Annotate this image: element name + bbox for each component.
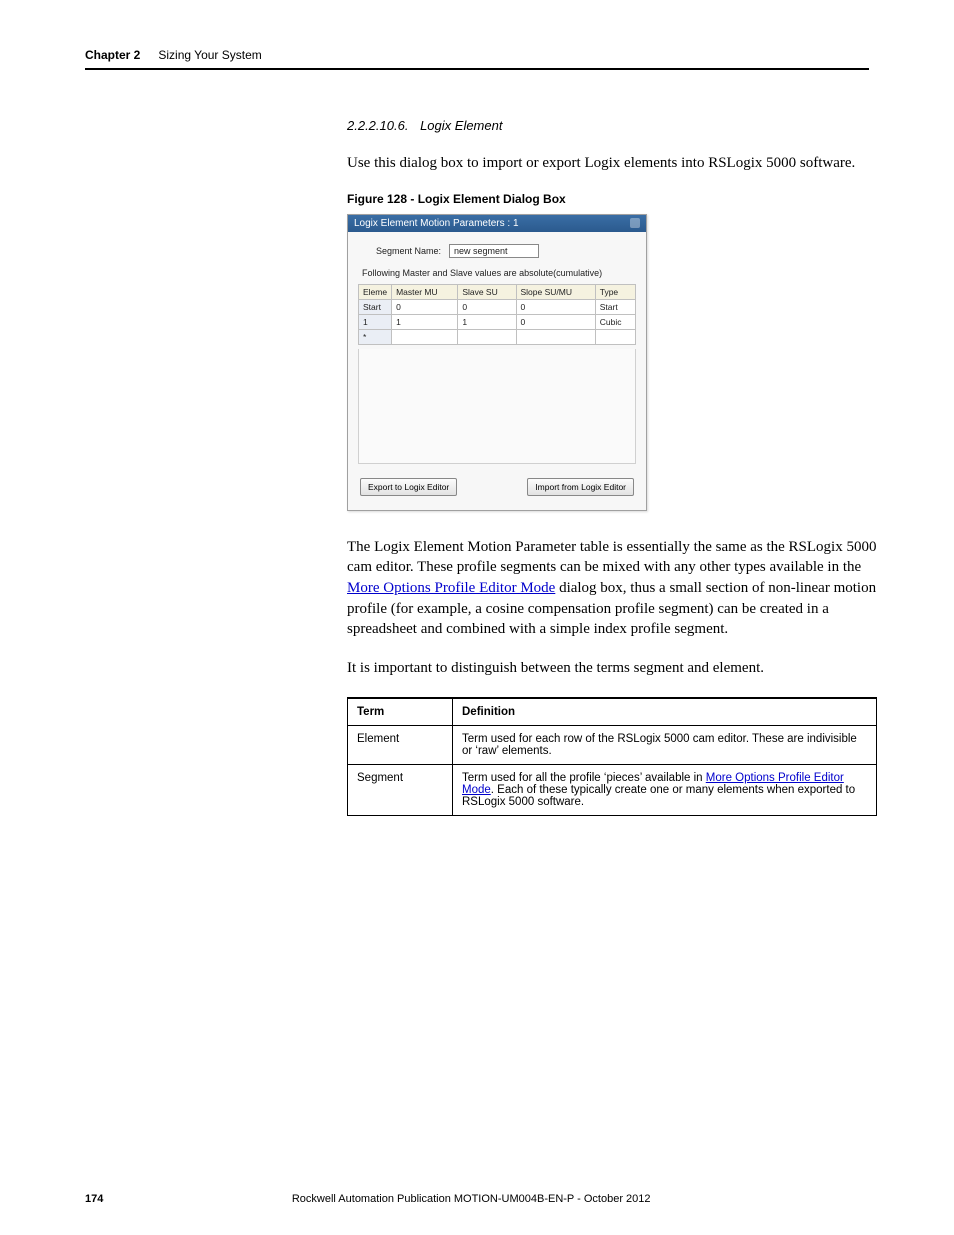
cell[interactable] (595, 329, 635, 344)
cell[interactable] (458, 329, 516, 344)
grid-row[interactable]: * (359, 329, 636, 344)
col-type: Type (595, 284, 635, 299)
grid-row[interactable]: Start 0 0 0 Start (359, 299, 636, 314)
segment-name-field[interactable]: new segment (449, 244, 539, 258)
col-eleme: Eleme (359, 284, 392, 299)
row-head: 1 (359, 314, 392, 329)
r2-a: Term used for all the profile ‘pieces’ a… (462, 772, 706, 784)
dialog-title-text: Logix Element Motion Parameters : 1 (354, 218, 519, 229)
section-heading: 2.2.2.10.6. Logix Element (347, 118, 877, 133)
body-paragraph-1: The Logix Element Motion Parameter table… (347, 537, 877, 640)
cell[interactable]: 1 (458, 314, 516, 329)
dialog-body: Segment Name: new segment Following Mast… (348, 232, 646, 510)
col-slope: Slope SU/MU (516, 284, 595, 299)
export-button[interactable]: Export to Logix Editor (360, 478, 457, 496)
td-def: Term used for all the profile ‘pieces’ a… (453, 764, 877, 815)
section-name: Logix Element (420, 118, 502, 133)
cell[interactable] (392, 329, 458, 344)
r2-b: . Each of these typically create one or … (462, 784, 855, 808)
cell[interactable]: 0 (516, 314, 595, 329)
header-rule (85, 68, 869, 70)
definition-table: Term Definition Element Term used for ea… (347, 697, 877, 816)
section-number: 2.2.2.10.6. (347, 118, 408, 133)
grid-header-row: Eleme Master MU Slave SU Slope SU/MU Typ… (359, 284, 636, 299)
table-header-row: Term Definition (348, 698, 877, 726)
pin-icon[interactable] (630, 218, 640, 228)
main-content: 2.2.2.10.6. Logix Element Use this dialo… (347, 118, 877, 816)
td-def: Term used for each row of the RSLogix 50… (453, 725, 877, 764)
col-slave: Slave SU (458, 284, 516, 299)
import-button[interactable]: Import from Logix Editor (527, 478, 634, 496)
dialog-note: Following Master and Slave values are ab… (362, 268, 636, 278)
dialog-titlebar: Logix Element Motion Parameters : 1 (348, 215, 646, 232)
cell[interactable]: Start (595, 299, 635, 314)
th-term: Term (348, 698, 453, 726)
figure-caption: Figure 128 - Logix Element Dialog Box (347, 192, 877, 206)
section-intro: Use this dialog box to import or export … (347, 153, 877, 174)
cell[interactable]: 0 (516, 299, 595, 314)
row-head: Start (359, 299, 392, 314)
cell[interactable]: 1 (392, 314, 458, 329)
logix-element-dialog: Logix Element Motion Parameters : 1 Segm… (347, 214, 647, 511)
col-master: Master MU (392, 284, 458, 299)
cell[interactable]: 0 (458, 299, 516, 314)
footer-spacer (839, 1193, 869, 1205)
page-header: Chapter 2 Sizing Your System (85, 48, 869, 62)
segment-name-row: Segment Name: new segment (376, 244, 636, 258)
publication-info: Rockwell Automation Publication MOTION-U… (103, 1193, 839, 1205)
more-options-link[interactable]: More Options Profile Editor Mode (347, 580, 555, 596)
td-term: Element (348, 725, 453, 764)
element-grid[interactable]: Eleme Master MU Slave SU Slope SU/MU Typ… (358, 284, 636, 345)
grid-row[interactable]: 1 1 1 0 Cubic (359, 314, 636, 329)
th-definition: Definition (453, 698, 877, 726)
dialog-button-row: Export to Logix Editor Import from Logix… (358, 478, 636, 498)
segment-name-label: Segment Name: (376, 246, 441, 256)
chapter-label: Chapter 2 (85, 48, 140, 62)
table-row: Element Term used for each row of the RS… (348, 725, 877, 764)
chapter-title: Sizing Your System (158, 48, 261, 62)
cell[interactable]: 0 (392, 299, 458, 314)
cell[interactable] (516, 329, 595, 344)
table-row: Segment Term used for all the profile ‘p… (348, 764, 877, 815)
row-head: * (359, 329, 392, 344)
td-term: Segment (348, 764, 453, 815)
cell[interactable]: Cubic (595, 314, 635, 329)
grid-empty-area (358, 349, 636, 464)
page-footer: 174 Rockwell Automation Publication MOTI… (85, 1193, 869, 1205)
p1-part-a: The Logix Element Motion Parameter table… (347, 539, 876, 576)
body-paragraph-2: It is important to distinguish between t… (347, 658, 877, 679)
page-number: 174 (85, 1193, 103, 1205)
